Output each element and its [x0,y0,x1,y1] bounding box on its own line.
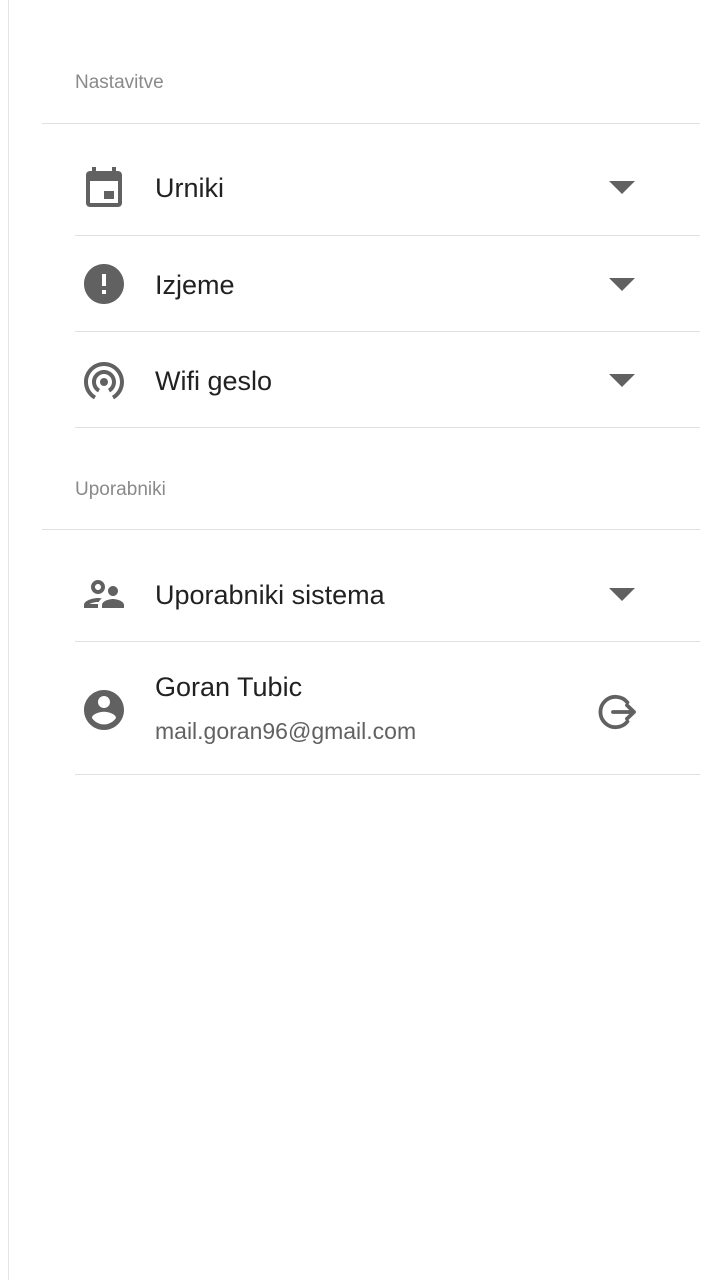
account-email: mail.goran96@gmail.com [155,718,417,744]
chevron-down-icon[interactable] [609,181,635,195]
account-row: Goran Tubic mail.goran96@gmail.com [75,660,700,760]
menu-item-label: Uporabniki sistema [155,580,385,610]
menu-item-label: Wifi geslo [155,366,273,396]
users-subheader: Uporabniki [75,479,166,500]
account-name: Goran Tubic [155,672,303,702]
section-divider [42,529,700,530]
menu-item-label: Urniki [155,173,225,203]
menu-item-wifi-geslo[interactable]: Wifi geslo [75,356,700,406]
navigation-drawer: Nastavitve Urniki Izjeme Wifi geslo Upor… [0,0,721,1280]
chevron-down-icon[interactable] [609,278,635,292]
settings-subheader: Nastavitve [75,72,164,93]
item-divider [75,235,700,236]
chevron-down-icon[interactable] [609,588,635,602]
item-divider [75,774,700,775]
menu-item-label: Izjeme [155,270,235,300]
chevron-down-icon[interactable] [609,374,635,388]
calendar-icon [80,163,128,211]
item-divider [75,331,700,332]
account-circle-icon [80,686,128,734]
logout-icon[interactable] [593,688,641,736]
item-divider [75,641,700,642]
wifi-tethering-icon [80,356,128,404]
supervisor-account-icon [80,570,128,618]
exclamation-circle-icon [80,260,128,308]
menu-item-urniki[interactable]: Urniki [75,163,700,213]
menu-item-izjeme[interactable]: Izjeme [75,260,700,310]
item-divider [75,427,700,428]
drawer-edge [8,0,9,1280]
menu-item-uporabniki-sistema[interactable]: Uporabniki sistema [75,570,700,620]
section-divider [42,123,700,124]
